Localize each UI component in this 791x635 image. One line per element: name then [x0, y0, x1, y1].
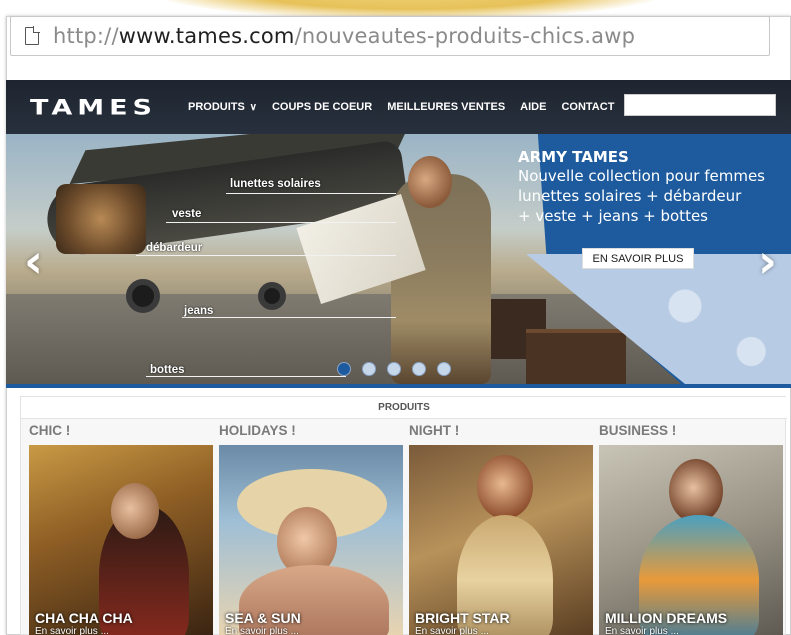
slide-dot-5[interactable] [437, 362, 451, 376]
next-slide-arrow-icon[interactable]: › [758, 238, 777, 284]
model-face [111, 483, 159, 539]
label-line [182, 317, 396, 318]
model-face [477, 455, 533, 519]
product-card-chic[interactable]: CHA CHA CHA En savoir plus ... [29, 445, 213, 635]
en-savoir-plus-button[interactable]: EN SAVOIR PLUS [582, 248, 694, 269]
slide-dot-3[interactable] [387, 362, 401, 376]
address-bar[interactable]: http://www.tames.com/nouveautes-produits… [10, 16, 770, 56]
slide-dot-1[interactable] [337, 362, 351, 376]
nav-contact[interactable]: CONTACT [561, 101, 614, 113]
model-figure [391, 174, 491, 384]
products-section: PRODUITS CHIC ! HOLIDAYS ! NIGHT ! BUSIN… [20, 396, 787, 635]
nav-meilleures-ventes[interactable]: MEILLEURES VENTES [387, 101, 505, 113]
nav-coups-de-coeur[interactable]: COUPS DE COEUR [272, 101, 372, 113]
category-title-holidays[interactable]: HOLIDAYS ! [219, 423, 296, 438]
product-more-link[interactable]: En savoir plus ... [35, 626, 109, 635]
hero-line: Nouvelle collection pour femmes [518, 167, 765, 185]
label-line [226, 193, 396, 194]
label-jeans: jeans [184, 305, 214, 317]
category-title-chic[interactable]: CHIC ! [29, 423, 70, 438]
category-title-business[interactable]: BUSINESS ! [599, 423, 676, 438]
previous-slide-arrow-icon[interactable]: ‹ [24, 238, 43, 284]
product-name: SEA & SUN [225, 610, 301, 626]
label-lunettes-solaires: lunettes solaires [230, 178, 321, 190]
product-more-link[interactable]: En savoir plus ... [415, 626, 489, 635]
product-name: MILLION DREAMS [605, 610, 728, 626]
url-domain: www.tames.com [118, 24, 295, 48]
slide-indicators [337, 362, 462, 376]
label-line [136, 255, 396, 256]
hero-banner[interactable]: ARMY TAMES Nouvelle collection pour femm… [6, 134, 791, 384]
url-path: /nouveautes-produits-chics.awp [294, 24, 636, 48]
chevron-down-icon: ∨ [246, 102, 257, 113]
label-line [146, 376, 346, 377]
site-navigation: TAMES PRODUITS ∨ COUPS DE COEUR MEILLEUR… [6, 80, 791, 134]
model-head [408, 156, 452, 208]
model-face [669, 459, 723, 523]
product-card-night[interactable]: BRIGHT STAR En savoir plus ... [409, 445, 593, 635]
label-debardeur: débardeur [146, 242, 203, 254]
hero-line: + veste + jeans + bottes [518, 207, 708, 225]
product-more-link[interactable]: En savoir plus ... [225, 626, 299, 635]
plane-engine-image [56, 184, 146, 254]
category-title-night[interactable]: NIGHT ! [409, 423, 459, 438]
nav-aide[interactable]: AIDE [520, 101, 546, 113]
plane-wheel-image [126, 279, 160, 313]
products-header: PRODUITS [21, 397, 787, 419]
page-icon [25, 26, 40, 45]
search-input[interactable] [624, 94, 776, 116]
url-text[interactable]: http://www.tames.com/nouveautes-produits… [53, 24, 635, 48]
product-card-holidays[interactable]: SEA & SUN En savoir plus ... [219, 445, 403, 635]
product-card-business[interactable]: MILLION DREAMS En savoir plus ... [599, 445, 783, 635]
site-logo[interactable]: TAMES [30, 95, 188, 120]
nav-produits-label: PRODUITS [188, 101, 245, 113]
url-scheme: http:// [53, 24, 119, 48]
hero-divider [6, 384, 791, 388]
product-more-link[interactable]: En savoir plus ... [605, 626, 679, 635]
slide-dot-2[interactable] [362, 362, 376, 376]
plane-wheel-image [258, 282, 286, 310]
hero-text-block: ARMY TAMES Nouvelle collection pour femm… [518, 148, 765, 226]
hero-title: ARMY TAMES [518, 148, 629, 166]
label-bottes: bottes [150, 364, 185, 376]
hero-line: lunettes solaires + débardeur [518, 187, 742, 205]
slide-dot-4[interactable] [412, 362, 426, 376]
product-name: CHA CHA CHA [35, 610, 133, 626]
label-line [166, 222, 396, 223]
nav-produits[interactable]: PRODUITS ∨ [188, 101, 257, 113]
label-veste: veste [172, 208, 202, 220]
suitcase-image [526, 329, 626, 384]
product-name: BRIGHT STAR [415, 610, 510, 626]
